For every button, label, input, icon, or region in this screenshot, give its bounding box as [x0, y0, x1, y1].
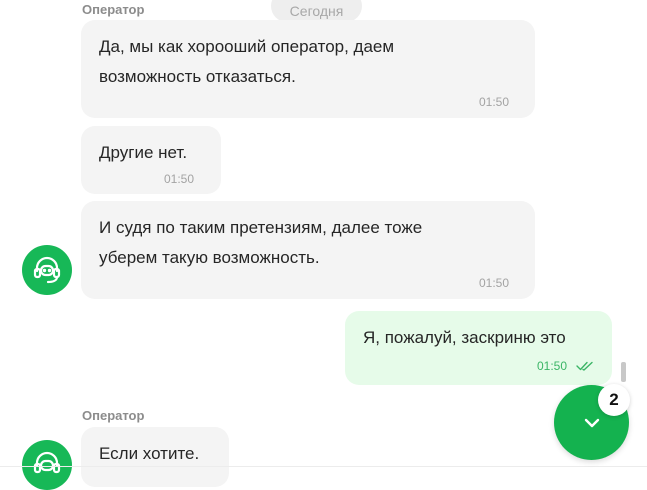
headset-icon: [33, 256, 61, 284]
message-text-line: возможность отказаться.: [99, 67, 296, 86]
sender-name: Оператор: [82, 408, 145, 423]
message-text-line: И судя по таким претензиям, далее тоже: [99, 218, 423, 237]
message-time: 01:50: [479, 95, 510, 109]
double-check-icon: [576, 361, 593, 371]
message-time: 01:50: [537, 359, 568, 373]
headset-icon: [33, 451, 61, 474]
chevron-down-icon: [584, 418, 599, 427]
incoming-message: Да, мы как хорооший оператор, даем возмо…: [81, 20, 535, 118]
message-time: 01:50: [479, 276, 510, 290]
input-divider: [0, 466, 647, 467]
incoming-message: Другие нет. 01:50: [81, 126, 221, 194]
operator-avatar: [22, 245, 72, 295]
incoming-message: Если хотите.: [81, 427, 229, 487]
message-text-line: Я, пожалуй, заскриню это: [363, 328, 566, 347]
date-separator: Сегодня: [271, 0, 362, 22]
unread-count-badge: 2: [598, 384, 630, 416]
sender-name: Оператор: [82, 2, 145, 17]
message-time: 01:50: [164, 172, 195, 186]
operator-avatar: [22, 440, 72, 490]
message-text-line: Да, мы как хорооший оператор, даем: [99, 37, 395, 56]
scrollbar-thumb[interactable]: [621, 362, 626, 382]
message-text-line: уберем такую возможность.: [99, 248, 320, 267]
message-text-line: Другие нет.: [99, 143, 188, 162]
outgoing-message: Я, пожалуй, заскриню это 01:50: [345, 311, 612, 385]
incoming-message: И судя по таким претензиям, далее тоже у…: [81, 201, 535, 299]
message-text-line: Если хотите.: [99, 444, 200, 463]
